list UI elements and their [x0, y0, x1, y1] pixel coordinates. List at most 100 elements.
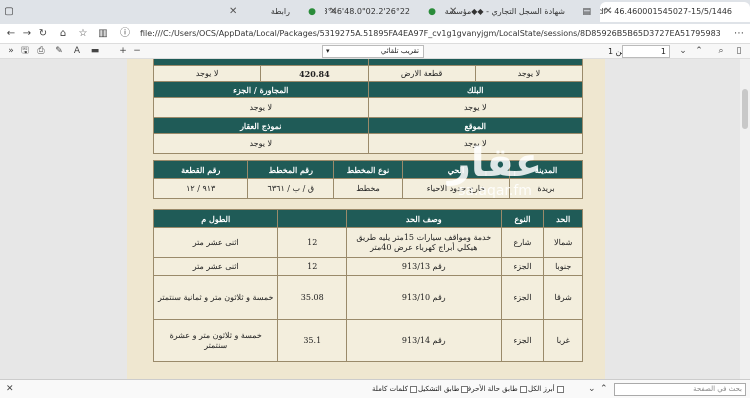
cell: ق / ب / ٦٣٦١: [247, 178, 335, 199]
highlight-icon[interactable]: ▬: [88, 44, 102, 59]
tab-actions-icon[interactable]: ▢: [2, 0, 16, 24]
cell: 12: [277, 257, 348, 276]
tab-title: 26°22'02.2"N 43°46'48.0": [325, 7, 410, 16]
checkbox[interactable]: [556, 385, 564, 393]
file-icon: ⓘ: [120, 28, 130, 39]
url-field[interactable]: file:///C:/Users/OCS/AppData/Local/Packa…: [140, 27, 720, 41]
table-row: غربا الجزء رقم 913/14 35.1 خمسة و ثلاثون…: [152, 319, 583, 362]
tab-map-coordinates[interactable]: ✕ ● 26°22'02.2"N 43°46'48.0": [325, 2, 440, 22]
highlight-all-option[interactable]: أبرز الكل: [528, 383, 564, 396]
scrollbar-thumb[interactable]: [742, 89, 748, 129]
vertical-scrollbar[interactable]: [740, 59, 750, 379]
prev-page-icon[interactable]: ⌃: [692, 44, 706, 59]
option-label: أبرز الكل: [528, 385, 555, 393]
table-row: شمالا شارع خدمة ومواقف سيارات 15متر يليه…: [152, 227, 583, 258]
home-icon[interactable]: ⌂: [56, 27, 70, 41]
menu-icon[interactable]: ⋯: [732, 27, 746, 41]
refresh-icon[interactable]: ↻: [36, 27, 50, 41]
checkbox[interactable]: [409, 385, 417, 393]
option-label: كلمات كاملة: [372, 385, 408, 393]
cell: خمسة و ثلاثون متر و عشرة سنتمتر: [152, 319, 279, 362]
chevron-down-icon: ▾: [326, 47, 330, 55]
option-label: طابق حالة الأحرف: [464, 385, 518, 393]
forward-icon[interactable]: →: [20, 27, 34, 41]
zoom-value: تقريب تلقائي: [380, 47, 419, 55]
whole-words-option[interactable]: كلمات كاملة: [372, 383, 417, 396]
match-diacritics-option[interactable]: طابق التشكيل: [418, 383, 469, 396]
tab-pdf[interactable]: ✕ 460001545027-15/5/1446.pdf - 46: [600, 2, 750, 22]
header-cell: نموذج العقار: [153, 117, 369, 134]
match-case-option[interactable]: طابق حالة الأحرف: [464, 383, 527, 396]
cell: شمالا: [543, 227, 583, 258]
table-row: جنوبا الجزء رقم 913/13 12 اثنى عشر متر: [152, 257, 583, 276]
watermark-url: sa.aqar.fm: [458, 183, 532, 199]
zoom-out-icon[interactable]: −: [130, 44, 144, 59]
header-cell: رقم القطعة: [152, 160, 249, 179]
address-bar: ← → ↻ ⌂ ☆ ▥ ⓘ file:///C:/Users/OCS/AppDa…: [0, 24, 750, 44]
header-cell: وصف الحد: [346, 209, 502, 228]
draw-icon[interactable]: ✎: [52, 44, 66, 59]
checkbox[interactable]: [461, 385, 469, 393]
text-icon[interactable]: A: [70, 44, 84, 59]
save-icon[interactable]: 🖫: [18, 44, 32, 59]
close-tab-icon[interactable]: ✕: [449, 2, 457, 22]
header-cell: نوع المخطط: [333, 160, 403, 179]
pdf-toolbar: » 🖫 ⎙ ✎ A ▬ + − تقريب تلقائي ▾ من 1 1 ⌄ …: [0, 44, 750, 59]
cell: الجزء: [500, 319, 545, 362]
cell: ٩١٣ / ١٢: [152, 178, 249, 199]
bounds-table: الحد النوع وصف الحد الطول م شمالا شارع خ…: [152, 209, 583, 362]
cell: 35.1: [277, 319, 348, 362]
next-page-icon[interactable]: ⌄: [676, 44, 690, 59]
cell: لا يوجد: [153, 133, 369, 154]
close-tab-icon[interactable]: ✕: [229, 2, 237, 22]
header-cell: الحد: [543, 209, 583, 228]
cell: اثنى عشر متر: [152, 257, 279, 276]
tab-title: رابطة: [270, 7, 290, 16]
close-tab-icon[interactable]: ✕: [604, 2, 612, 22]
map-pin-icon: ●: [428, 7, 436, 17]
cell: غربا: [543, 319, 583, 362]
document-viewer[interactable]: لا يوجد قطعة الارض 420.84 لا يوجد البلك …: [0, 59, 750, 379]
cell: لا يوجد: [474, 65, 584, 82]
pdf-page: لا يوجد قطعة الارض 420.84 لا يوجد البلك …: [127, 59, 605, 379]
find-next-icon[interactable]: ⌄: [588, 383, 596, 396]
watermark-logo: عقار: [447, 140, 543, 186]
cell: الجزء: [500, 275, 545, 320]
collections-icon[interactable]: ▥: [96, 27, 110, 41]
close-tab-icon[interactable]: ✕: [329, 2, 337, 22]
header-cell: الطول م: [152, 209, 279, 228]
cell: لا يوجد: [367, 97, 583, 118]
tab-link[interactable]: ✕ ● رابطة: [225, 2, 320, 22]
cell: شارع: [500, 227, 545, 258]
cell: مخطط: [333, 178, 403, 199]
cell: 35.08: [277, 275, 348, 320]
header-cell: النوع: [500, 209, 545, 228]
print-icon[interactable]: ⎙: [34, 44, 48, 59]
checkbox[interactable]: [519, 385, 527, 393]
search-icon[interactable]: ⌕: [714, 44, 728, 59]
cell: لا يوجد: [153, 97, 369, 118]
tools-icon[interactable]: »: [4, 44, 18, 59]
find-prev-icon[interactable]: ⌃: [600, 383, 608, 396]
star-icon[interactable]: ☆: [76, 27, 90, 41]
tab-title: شهادة السجل التجاري - ◆◆مؤسسة: [445, 7, 565, 16]
cell: خدمة ومواقف سيارات 15متر يليه طريق هيكلي…: [346, 227, 502, 258]
back-icon[interactable]: ←: [4, 27, 18, 41]
table-row: شرقا الجزء رقم 913/10 35.08 خمسة و ثلاثو…: [152, 275, 583, 320]
close-find-icon[interactable]: ✕: [6, 383, 14, 396]
page-number-input[interactable]: 1: [622, 45, 670, 58]
cell: رقم 913/14: [346, 319, 502, 362]
find-bar: ✕ بحث في الصفحة ⌃ ⌄ أبرز الكل طابق حالة …: [0, 379, 750, 398]
cell: اثنى عشر متر: [152, 227, 279, 258]
pdf-icon: ▤: [582, 7, 591, 17]
header-cell: البلك: [367, 81, 583, 98]
tab-commercial-register[interactable]: ✕ ▤ شهادة السجل التجاري - ◆◆مؤسسة: [445, 2, 595, 22]
header-cell: رقم المخطط: [247, 160, 335, 179]
find-input[interactable]: بحث في الصفحة: [614, 383, 746, 396]
zoom-in-icon[interactable]: +: [116, 44, 130, 59]
sidebar-toggle-icon[interactable]: ▯: [732, 44, 746, 59]
header-cell: الموقع: [367, 117, 583, 134]
header-cell: [277, 209, 348, 228]
option-label: طابق التشكيل: [418, 385, 460, 393]
zoom-select[interactable]: تقريب تلقائي ▾: [322, 45, 424, 58]
